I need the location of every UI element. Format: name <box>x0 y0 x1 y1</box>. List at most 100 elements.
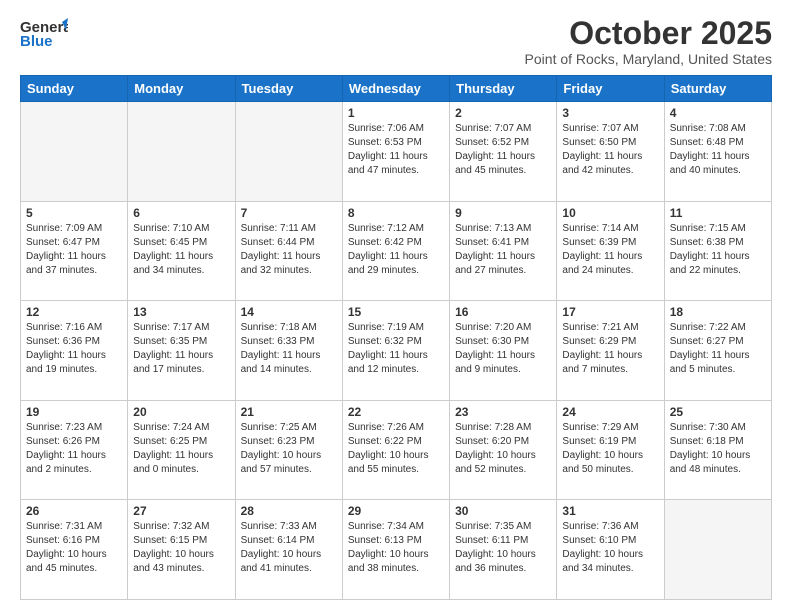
calendar-cell: 3 Sunrise: 7:07 AM Sunset: 6:50 PM Daylig… <box>557 102 664 202</box>
day-info: Sunrise: 7:35 AM Sunset: 6:11 PM Dayligh… <box>455 520 551 576</box>
day-number: 4 <box>670 106 766 120</box>
day-info: Sunrise: 7:16 AM Sunset: 6:36 PM Dayligh… <box>26 321 122 377</box>
page: GeneralBlue October 2025 Point of Rocks,… <box>0 0 792 612</box>
day-number: 11 <box>670 206 766 220</box>
day-number: 1 <box>348 106 444 120</box>
calendar-cell: 31Sunrise: 7:36 AM Sunset: 6:10 PM Dayli… <box>557 500 664 600</box>
calendar-cell: 18 Sunrise: 7:22 AM Sunset: 6:27 PM Dayli… <box>664 301 771 401</box>
day-of-week-header: Saturday <box>664 76 771 102</box>
day-info: Sunrise: 7:15 AM Sunset: 6:38 PM Dayligh… <box>670 222 766 278</box>
day-info: Sunrise: 7:24 AM Sunset: 6:25 PM Dayligh… <box>133 421 229 477</box>
calendar-cell: 21 Sunrise: 7:25 AM Sunset: 6:23 PM Dayli… <box>235 400 342 500</box>
calendar-cell: 7 Sunrise: 7:11 AM Sunset: 6:44 PM Daylig… <box>235 201 342 301</box>
day-number: 17 <box>562 305 658 319</box>
day-number: 5 <box>26 206 122 220</box>
day-number: 10 <box>562 206 658 220</box>
day-info: Sunrise: 7:13 AM Sunset: 6:41 PM Dayligh… <box>455 222 551 278</box>
calendar-week-row: 26Sunrise: 7:31 AM Sunset: 6:16 PM Dayli… <box>21 500 772 600</box>
day-number: 7 <box>241 206 337 220</box>
calendar-cell: 11 Sunrise: 7:15 AM Sunset: 6:38 PM Dayli… <box>664 201 771 301</box>
calendar-cell <box>664 500 771 600</box>
day-info: Sunrise: 7:14 AM Sunset: 6:39 PM Dayligh… <box>562 222 658 278</box>
day-number: 19 <box>26 405 122 419</box>
header: GeneralBlue October 2025 Point of Rocks,… <box>20 16 772 67</box>
day-number: 9 <box>455 206 551 220</box>
month-title: October 2025 <box>525 16 772 51</box>
day-info: Sunrise: 7:10 AM Sunset: 6:45 PM Dayligh… <box>133 222 229 278</box>
day-info: Sunrise: 7:11 AM Sunset: 6:44 PM Dayligh… <box>241 222 337 278</box>
day-info: Sunrise: 7:22 AM Sunset: 6:27 PM Dayligh… <box>670 321 766 377</box>
day-number: 3 <box>562 106 658 120</box>
day-number: 24 <box>562 405 658 419</box>
calendar-cell: 5 Sunrise: 7:09 AM Sunset: 6:47 PM Daylig… <box>21 201 128 301</box>
calendar-cell <box>235 102 342 202</box>
svg-text:Blue: Blue <box>20 33 53 50</box>
calendar-table: SundayMondayTuesdayWednesdayThursdayFrid… <box>20 75 772 600</box>
day-number: 29 <box>348 504 444 518</box>
calendar-cell: 23Sunrise: 7:28 AM Sunset: 6:20 PM Dayli… <box>450 400 557 500</box>
day-of-week-header: Friday <box>557 76 664 102</box>
calendar-cell: 14 Sunrise: 7:18 AM Sunset: 6:33 PM Dayli… <box>235 301 342 401</box>
day-info: Sunrise: 7:29 AM Sunset: 6:19 PM Dayligh… <box>562 421 658 477</box>
day-number: 2 <box>455 106 551 120</box>
calendar-cell: 13Sunrise: 7:17 AM Sunset: 6:35 PM Dayli… <box>128 301 235 401</box>
day-number: 16 <box>455 305 551 319</box>
day-number: 8 <box>348 206 444 220</box>
day-info: Sunrise: 7:26 AM Sunset: 6:22 PM Dayligh… <box>348 421 444 477</box>
day-info: Sunrise: 7:25 AM Sunset: 6:23 PM Dayligh… <box>241 421 337 477</box>
calendar-cell <box>128 102 235 202</box>
calendar-week-row: 5 Sunrise: 7:09 AM Sunset: 6:47 PM Daylig… <box>21 201 772 301</box>
day-number: 18 <box>670 305 766 319</box>
day-info: Sunrise: 7:23 AM Sunset: 6:26 PM Dayligh… <box>26 421 122 477</box>
location-title: Point of Rocks, Maryland, United States <box>525 51 772 67</box>
day-number: 12 <box>26 305 122 319</box>
day-info: Sunrise: 7:09 AM Sunset: 6:47 PM Dayligh… <box>26 222 122 278</box>
calendar-cell: 20 Sunrise: 7:24 AM Sunset: 6:25 PM Dayli… <box>128 400 235 500</box>
calendar-cell: 26Sunrise: 7:31 AM Sunset: 6:16 PM Dayli… <box>21 500 128 600</box>
calendar-cell <box>21 102 128 202</box>
calendar-cell: 29 Sunrise: 7:34 AM Sunset: 6:13 PM Dayli… <box>342 500 449 600</box>
day-number: 14 <box>241 305 337 319</box>
calendar-cell: 15 Sunrise: 7:19 AM Sunset: 6:32 PM Dayli… <box>342 301 449 401</box>
calendar-cell: 6Sunrise: 7:10 AM Sunset: 6:45 PM Daylig… <box>128 201 235 301</box>
day-number: 21 <box>241 405 337 419</box>
day-number: 30 <box>455 504 551 518</box>
calendar-cell: 9 Sunrise: 7:13 AM Sunset: 6:41 PM Daylig… <box>450 201 557 301</box>
calendar-cell: 1 Sunrise: 7:06 AM Sunset: 6:53 PM Daylig… <box>342 102 449 202</box>
calendar-cell: 8 Sunrise: 7:12 AM Sunset: 6:42 PM Daylig… <box>342 201 449 301</box>
day-of-week-header: Sunday <box>21 76 128 102</box>
day-number: 20 <box>133 405 229 419</box>
calendar-cell: 10 Sunrise: 7:14 AM Sunset: 6:39 PM Dayli… <box>557 201 664 301</box>
day-info: Sunrise: 7:07 AM Sunset: 6:50 PM Dayligh… <box>562 122 658 178</box>
day-info: Sunrise: 7:19 AM Sunset: 6:32 PM Dayligh… <box>348 321 444 377</box>
calendar-cell: 22Sunrise: 7:26 AM Sunset: 6:22 PM Dayli… <box>342 400 449 500</box>
day-of-week-header: Thursday <box>450 76 557 102</box>
day-of-week-header: Monday <box>128 76 235 102</box>
calendar-cell: 16 Sunrise: 7:20 AM Sunset: 6:30 PM Dayli… <box>450 301 557 401</box>
day-info: Sunrise: 7:08 AM Sunset: 6:48 PM Dayligh… <box>670 122 766 178</box>
day-of-week-header: Wednesday <box>342 76 449 102</box>
calendar-cell: 30 Sunrise: 7:35 AM Sunset: 6:11 PM Dayli… <box>450 500 557 600</box>
day-number: 25 <box>670 405 766 419</box>
day-info: Sunrise: 7:12 AM Sunset: 6:42 PM Dayligh… <box>348 222 444 278</box>
day-info: Sunrise: 7:18 AM Sunset: 6:33 PM Dayligh… <box>241 321 337 377</box>
day-info: Sunrise: 7:32 AM Sunset: 6:15 PM Dayligh… <box>133 520 229 576</box>
logo-svg: GeneralBlue <box>20 16 68 52</box>
calendar-week-row: 12 Sunrise: 7:16 AM Sunset: 6:36 PM Dayli… <box>21 301 772 401</box>
day-number: 26 <box>26 504 122 518</box>
calendar-cell: 2Sunrise: 7:07 AM Sunset: 6:52 PM Daylig… <box>450 102 557 202</box>
logo: GeneralBlue <box>20 16 68 52</box>
calendar-cell: 12 Sunrise: 7:16 AM Sunset: 6:36 PM Dayli… <box>21 301 128 401</box>
day-info: Sunrise: 7:30 AM Sunset: 6:18 PM Dayligh… <box>670 421 766 477</box>
calendar-week-row: 19 Sunrise: 7:23 AM Sunset: 6:26 PM Dayli… <box>21 400 772 500</box>
day-number: 15 <box>348 305 444 319</box>
day-info: Sunrise: 7:36 AM Sunset: 6:10 PM Dayligh… <box>562 520 658 576</box>
day-info: Sunrise: 7:34 AM Sunset: 6:13 PM Dayligh… <box>348 520 444 576</box>
calendar-cell: 4 Sunrise: 7:08 AM Sunset: 6:48 PM Daylig… <box>664 102 771 202</box>
day-info: Sunrise: 7:28 AM Sunset: 6:20 PM Dayligh… <box>455 421 551 477</box>
day-info: Sunrise: 7:21 AM Sunset: 6:29 PM Dayligh… <box>562 321 658 377</box>
day-info: Sunrise: 7:06 AM Sunset: 6:53 PM Dayligh… <box>348 122 444 178</box>
calendar-week-row: 1 Sunrise: 7:06 AM Sunset: 6:53 PM Daylig… <box>21 102 772 202</box>
day-info: Sunrise: 7:20 AM Sunset: 6:30 PM Dayligh… <box>455 321 551 377</box>
calendar-cell: 27Sunrise: 7:32 AM Sunset: 6:15 PM Dayli… <box>128 500 235 600</box>
